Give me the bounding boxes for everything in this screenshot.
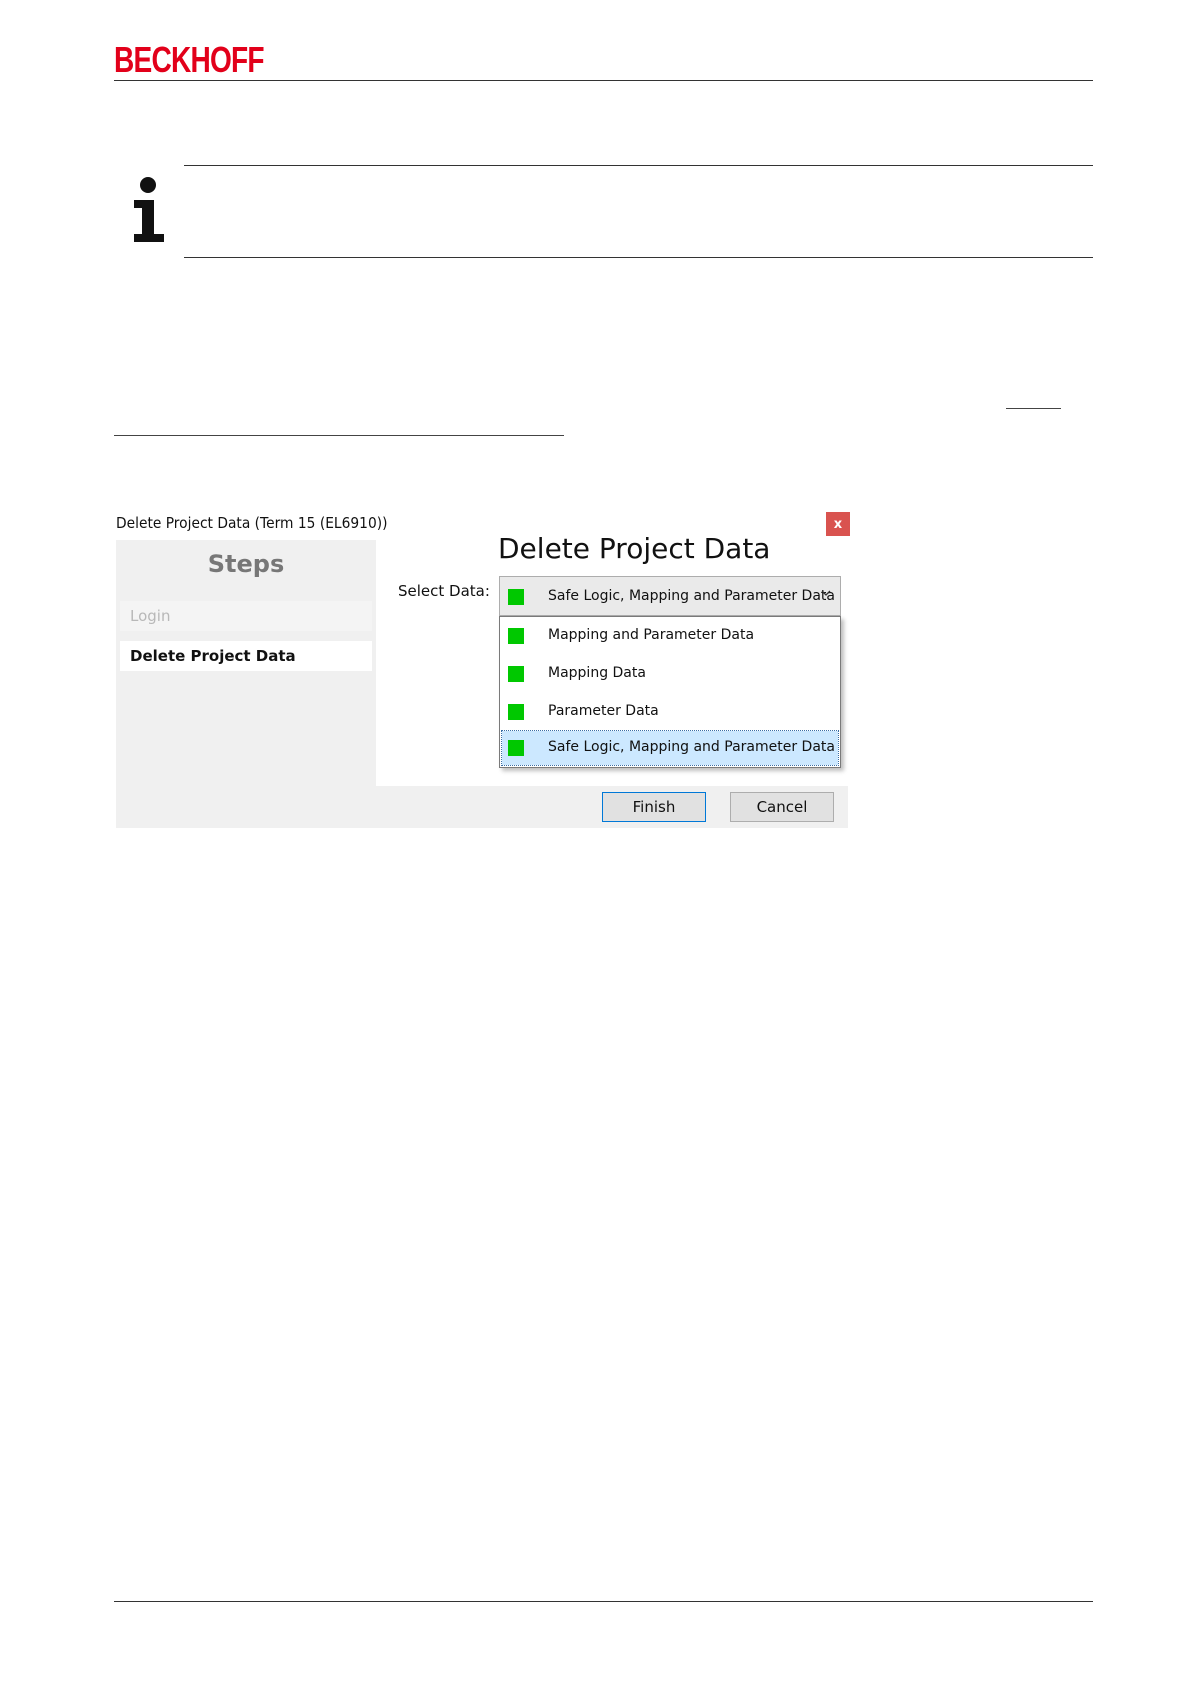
info-icon (134, 177, 164, 242)
combobox-selected-value: Safe Logic, Mapping and Parameter Data (548, 588, 835, 604)
green-status-icon (508, 589, 524, 605)
step-login: Login (120, 601, 372, 631)
dropdown-option-selected[interactable]: Safe Logic, Mapping and Parameter Data (501, 730, 839, 766)
option-label: Mapping Data (548, 665, 646, 681)
chevron-down-icon[interactable] (820, 587, 832, 599)
select-data-dropdown-list: Mapping and Parameter Data Mapping Data … (499, 616, 841, 768)
select-data-combobox[interactable]: Safe Logic, Mapping and Parameter Data (499, 576, 841, 616)
note-bottom-rule (184, 257, 1093, 258)
dropdown-option[interactable]: Mapping and Parameter Data (502, 619, 838, 653)
window-title: Delete Project Data (Term 15 (EL6910)) (116, 514, 388, 532)
dialog-button-bar: Finish Cancel (116, 786, 848, 828)
page-title: Delete Project Data (498, 532, 771, 565)
steps-panel: Steps Login Delete Project Data (116, 540, 376, 786)
dropdown-option[interactable]: Parameter Data (502, 695, 838, 729)
dropdown-option[interactable]: Mapping Data (502, 657, 838, 691)
green-status-icon (508, 666, 524, 682)
green-status-icon (508, 628, 524, 644)
select-data-label: Select Data: (398, 582, 490, 600)
link-underline[interactable] (114, 435, 564, 436)
footer-rule (114, 1601, 1093, 1602)
option-label: Parameter Data (548, 703, 659, 719)
steps-heading: Steps (207, 550, 285, 578)
green-status-icon (508, 704, 524, 720)
close-icon: x (833, 516, 843, 532)
option-label: Safe Logic, Mapping and Parameter Data (548, 739, 835, 755)
header-rule (114, 80, 1093, 81)
finish-button[interactable]: Finish (602, 792, 706, 822)
option-label: Mapping and Parameter Data (548, 627, 755, 643)
delete-project-data-dialog: Delete Project Data (Term 15 (EL6910)) x… (114, 508, 850, 828)
link-underline[interactable] (1006, 408, 1061, 409)
beckhoff-logo: BECKHOFF (114, 39, 265, 80)
note-top-rule (184, 165, 1093, 166)
cancel-button[interactable]: Cancel (730, 792, 834, 822)
step-delete-project-data[interactable]: Delete Project Data (120, 641, 372, 671)
close-button[interactable]: x (826, 512, 850, 536)
green-status-icon (508, 740, 524, 756)
